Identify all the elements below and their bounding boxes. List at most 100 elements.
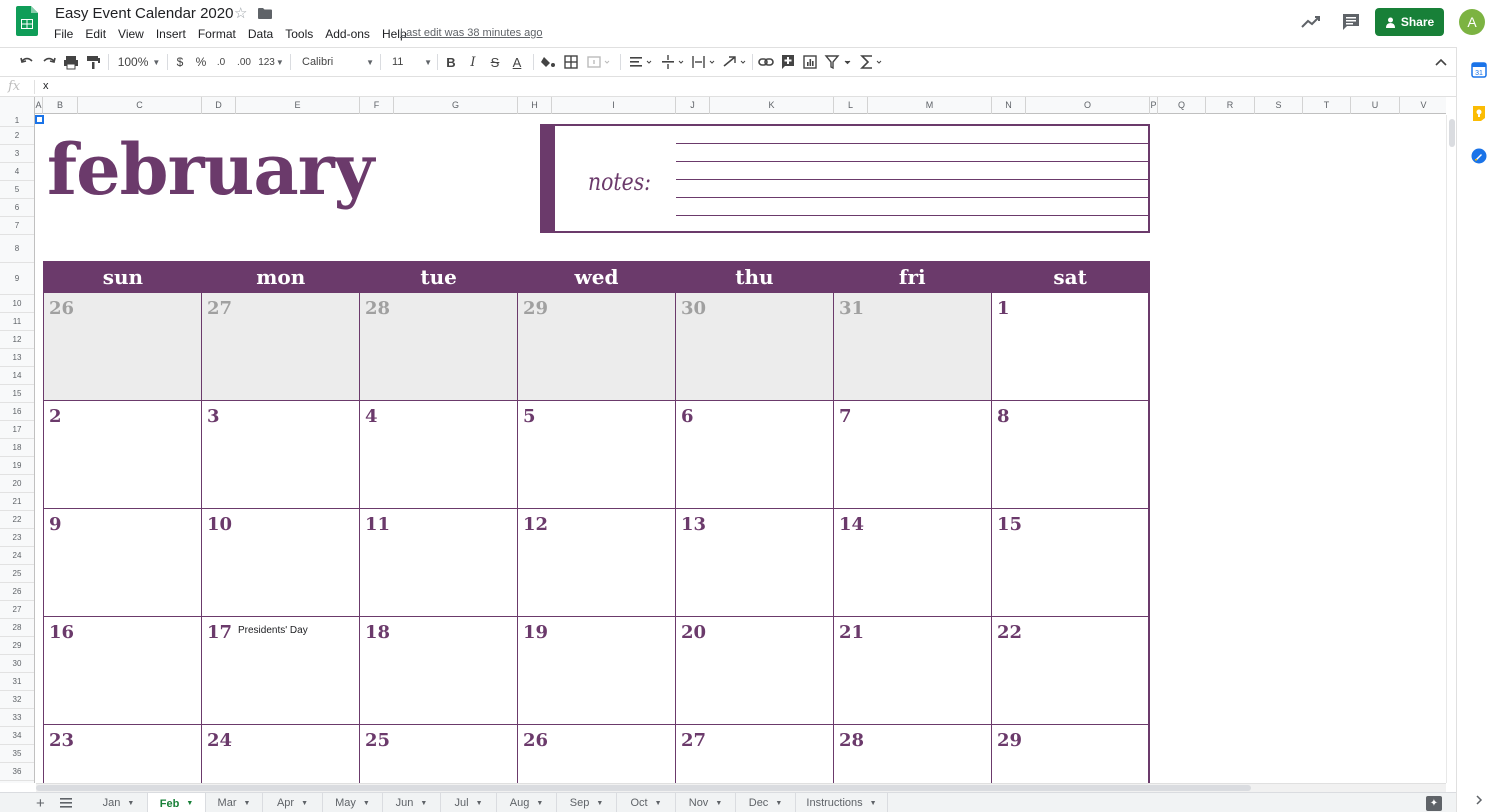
row-header-2[interactable]: 2 xyxy=(0,127,34,145)
formula-input[interactable]: x xyxy=(43,80,49,92)
calendar-day-cell[interactable]: 28 xyxy=(360,293,518,401)
calendar-day-cell[interactable]: 5 xyxy=(518,401,676,509)
sheet-tab-instructions[interactable]: Instructions ▼ xyxy=(796,793,888,812)
chevron-down-icon[interactable]: ▼ xyxy=(655,800,662,807)
row-header-20[interactable]: 20 xyxy=(0,475,34,493)
vertical-scrollbar[interactable] xyxy=(1446,115,1456,783)
chevron-down-icon[interactable]: ▼ xyxy=(244,800,251,807)
increase-decimal-button[interactable]: .00 xyxy=(234,48,254,76)
column-header-p[interactable]: P xyxy=(1150,97,1158,114)
filter-icon[interactable] xyxy=(823,48,857,76)
row-header-3[interactable]: 3 xyxy=(0,145,34,163)
column-header-h[interactable]: H xyxy=(518,97,552,114)
chevron-down-icon[interactable]: ▼ xyxy=(715,800,722,807)
sheet-tab-nov[interactable]: Nov ▼ xyxy=(676,793,736,812)
percent-format-button[interactable]: % xyxy=(193,48,209,76)
row-header-24[interactable]: 24 xyxy=(0,547,34,565)
currency-format-button[interactable]: $ xyxy=(172,48,188,76)
chevron-up-icon[interactable] xyxy=(1432,48,1450,76)
row-header-19[interactable]: 19 xyxy=(0,457,34,475)
row-header-12[interactable]: 12 xyxy=(0,331,34,349)
calendar-day-cell[interactable]: 16 xyxy=(44,617,202,725)
calendar-day-cell[interactable]: 26 xyxy=(44,293,202,401)
chevron-down-icon[interactable]: ▼ xyxy=(301,800,308,807)
column-header-s[interactable]: S xyxy=(1255,97,1303,114)
menu-add-ons[interactable]: Add-ons xyxy=(319,26,376,42)
column-header-g[interactable]: G xyxy=(394,97,518,114)
row-header-27[interactable]: 27 xyxy=(0,601,34,619)
strikethrough-button[interactable]: S xyxy=(487,48,503,76)
redo-icon[interactable] xyxy=(40,48,58,76)
menu-format[interactable]: Format xyxy=(192,26,242,42)
last-edit-link[interactable]: Last edit was 38 minutes ago xyxy=(400,27,542,39)
menu-file[interactable]: File xyxy=(48,26,79,42)
row-header-13[interactable]: 13 xyxy=(0,349,34,367)
column-header-b[interactable]: B xyxy=(43,97,78,114)
row-header-17[interactable]: 17 xyxy=(0,421,34,439)
row-header-28[interactable]: 28 xyxy=(0,619,34,637)
calendar-day-cell[interactable]: 24 xyxy=(202,725,360,783)
column-header-q[interactable]: Q xyxy=(1158,97,1206,114)
row-header-26[interactable]: 26 xyxy=(0,583,34,601)
sheet-tab-dec[interactable]: Dec ▼ xyxy=(736,793,796,812)
row-header-1[interactable]: 1 xyxy=(0,114,34,127)
insert-chart-icon[interactable] xyxy=(801,48,819,76)
share-button[interactable]: Share xyxy=(1375,8,1444,36)
row-header-21[interactable]: 21 xyxy=(0,493,34,511)
calendar-day-cell[interactable]: 17 Presidents' Day xyxy=(202,617,360,725)
calendar-day-cell[interactable]: 31 xyxy=(834,293,992,401)
calendar-day-cell[interactable]: 13 xyxy=(676,509,834,617)
chevron-right-icon[interactable] xyxy=(1473,794,1485,806)
zoom-select[interactable]: 100% ▼ xyxy=(114,48,164,76)
star-icon[interactable]: ☆ xyxy=(234,4,247,22)
sheet-tab-oct[interactable]: Oct ▼ xyxy=(617,793,676,812)
column-header-f[interactable]: F xyxy=(360,97,394,114)
calendar-day-cell[interactable]: 28 xyxy=(834,725,992,783)
row-header-22[interactable]: 22 xyxy=(0,511,34,529)
calendar-day-cell[interactable]: 29 xyxy=(518,293,676,401)
calendar-day-cell[interactable]: 29 xyxy=(992,725,1149,783)
row-header-23[interactable]: 23 xyxy=(0,529,34,547)
calendar-day-cell[interactable]: 30 xyxy=(676,293,834,401)
horizontal-scrollbar[interactable] xyxy=(36,783,1446,792)
print-icon[interactable] xyxy=(62,48,80,76)
horizontal-scrollbar-thumb[interactable] xyxy=(36,785,1251,791)
row-header-36[interactable]: 36 xyxy=(0,763,34,781)
sheet-tab-mar[interactable]: Mar ▼ xyxy=(206,793,263,812)
fill-color-icon[interactable] xyxy=(539,48,557,76)
column-header-i[interactable]: I xyxy=(552,97,676,114)
chevron-down-icon[interactable]: ▼ xyxy=(363,800,370,807)
calendar-day-cell[interactable]: 22 xyxy=(992,617,1149,725)
row-header-11[interactable]: 11 xyxy=(0,313,34,331)
chevron-down-icon[interactable]: ▼ xyxy=(420,800,427,807)
calendar-day-cell[interactable]: 21 xyxy=(834,617,992,725)
column-header-m[interactable]: M xyxy=(868,97,992,114)
calendar-addon-icon[interactable]: 31 xyxy=(1471,62,1487,78)
column-header-l[interactable]: L xyxy=(834,97,868,114)
comment-icon[interactable] xyxy=(1341,12,1361,32)
row-header-33[interactable]: 33 xyxy=(0,709,34,727)
document-title[interactable]: Easy Event Calendar 2020 xyxy=(55,5,233,22)
sheet-tab-sep[interactable]: Sep ▼ xyxy=(557,793,617,812)
row-header-9[interactable]: 9 xyxy=(0,263,34,295)
row-header-14[interactable]: 14 xyxy=(0,367,34,385)
horizontal-align-icon[interactable] xyxy=(627,48,655,76)
font-family-select[interactable]: Calibri ▼ xyxy=(296,48,374,76)
sheet-tab-jun[interactable]: Jun ▼ xyxy=(383,793,441,812)
insert-link-icon[interactable] xyxy=(757,48,775,76)
sheet-tab-feb[interactable]: Feb ▼ xyxy=(148,793,206,812)
month-title[interactable]: february xyxy=(47,127,374,213)
calendar-day-cell[interactable]: 19 xyxy=(518,617,676,725)
folder-icon[interactable] xyxy=(258,8,272,19)
row-header-34[interactable]: 34 xyxy=(0,727,34,745)
row-header-18[interactable]: 18 xyxy=(0,439,34,457)
calendar-day-cell[interactable]: 3 xyxy=(202,401,360,509)
all-sheets-menu-icon[interactable] xyxy=(60,798,72,808)
select-all-button[interactable] xyxy=(0,97,35,114)
undo-icon[interactable] xyxy=(18,48,36,76)
calendar-day-cell[interactable]: 27 xyxy=(202,293,360,401)
tasks-addon-icon[interactable] xyxy=(1471,148,1487,164)
column-header-u[interactable]: U xyxy=(1351,97,1400,114)
calendar-day-cell[interactable]: 6 xyxy=(676,401,834,509)
calendar-day-cell[interactable]: 14 xyxy=(834,509,992,617)
